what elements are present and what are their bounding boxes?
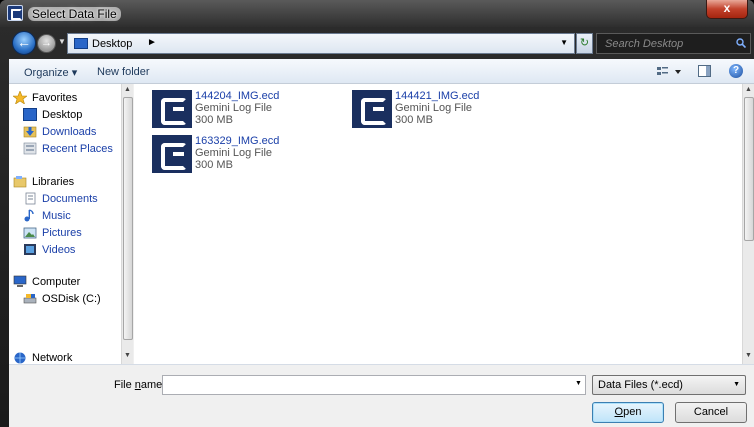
file-name: 163329_IMG.ecd: [195, 135, 280, 147]
open-button[interactable]: Open: [592, 402, 664, 423]
nav-libraries-label: Libraries: [32, 176, 75, 188]
address-dropdown-icon[interactable]: ▼: [560, 38, 568, 47]
file-name: 144421_IMG.ecd: [395, 90, 480, 102]
nav-pictures-label: Pictures: [42, 227, 82, 239]
file-name-input[interactable]: [162, 375, 586, 395]
nav-scroll-thumb[interactable]: [123, 97, 133, 340]
scroll-up-icon[interactable]: ▲: [745, 86, 752, 93]
file-item[interactable]: 163329_IMG.ecd Gemini Log File 300 MB: [152, 135, 352, 175]
close-button[interactable]: x: [706, 0, 748, 19]
downloads-icon: [23, 125, 37, 138]
videos-icon: [23, 243, 37, 256]
scroll-down-icon[interactable]: ▼: [745, 352, 752, 359]
search-input[interactable]: Search Desktop: [596, 33, 751, 54]
nav-music-label: Music: [42, 210, 71, 222]
search-placeholder: Search Desktop: [605, 38, 684, 50]
file-size: 300 MB: [195, 114, 233, 126]
nav-desktop-label: Desktop: [42, 109, 83, 121]
bottom-bar: File name: ▼ Data Files (*.ecd) ▼ Open C…: [9, 364, 754, 427]
documents-icon: [23, 192, 37, 205]
refresh-button[interactable]: ↻: [576, 33, 593, 54]
disk-drive-icon: [23, 292, 37, 305]
nav-videos-label: Videos: [42, 244, 76, 256]
title-bar[interactable]: Select Data File x: [0, 0, 754, 27]
file-item[interactable]: 144421_IMG.ecd Gemini Log File 300 MB: [352, 90, 552, 130]
star-icon: [12, 90, 28, 105]
gemini-file-icon: [352, 90, 392, 128]
new-folder-button[interactable]: New folder: [97, 66, 150, 78]
recent-locations-dropdown[interactable]: ▼: [58, 37, 66, 46]
file-item[interactable]: 144204_IMG.ecd Gemini Log File 300 MB: [152, 90, 352, 130]
file-type-filter-value: Data Files (*.ecd): [598, 379, 683, 391]
music-icon: [23, 209, 37, 222]
help-icon[interactable]: ?: [729, 64, 743, 78]
nav-documents-label: Documents: [42, 193, 98, 205]
file-size: 300 MB: [195, 159, 233, 171]
back-button[interactable]: ←: [12, 31, 36, 55]
search-icon[interactable]: [736, 38, 746, 48]
recent-places-icon: [23, 142, 37, 155]
file-scrollbar[interactable]: ▲ ▼: [742, 84, 754, 364]
command-toolbar: Organize ▾ New folder ?: [9, 59, 754, 84]
file-type: Gemini Log File: [395, 102, 473, 114]
gemini-file-icon: [152, 135, 192, 173]
desktop-folder-icon: [74, 38, 88, 49]
file-type-filter-select[interactable]: Data Files (*.ecd) ▼: [592, 375, 746, 395]
nav-recent-label: Recent Places: [42, 143, 113, 155]
file-list: 144204_IMG.ecd Gemini Log File 300 MB 14…: [134, 84, 742, 364]
forward-button[interactable]: →: [37, 34, 56, 53]
window-title: Select Data File: [28, 7, 121, 21]
chevron-down-icon: ▼: [733, 381, 740, 388]
address-current[interactable]: Desktop: [92, 38, 132, 50]
file-size: 300 MB: [395, 114, 433, 126]
file-name-dropdown-icon[interactable]: ▼: [575, 380, 582, 387]
nav-downloads-label: Downloads: [42, 126, 97, 138]
dialog-body: Organize ▾ New folder ? Favorites Deskto…: [9, 59, 754, 427]
computer-icon: [13, 275, 27, 288]
file-scroll-thumb[interactable]: [744, 97, 754, 241]
network-icon: [13, 351, 27, 364]
navigation-pane: Favorites Desktop Downloads Recent Place…: [9, 84, 133, 364]
change-view-icon[interactable]: [655, 64, 685, 80]
preview-pane-icon[interactable]: [698, 65, 711, 77]
desktop-icon: [23, 108, 37, 121]
libraries-icon: [13, 175, 27, 188]
organize-button[interactable]: Organize ▾: [24, 66, 77, 79]
gemini-file-icon: [152, 90, 192, 128]
address-row: ← → ▼ Desktop ► ▼ ↻ Search Desktop: [0, 27, 754, 59]
file-type: Gemini Log File: [195, 102, 273, 114]
file-name: 144204_IMG.ecd: [195, 90, 280, 102]
nav-scrollbar[interactable]: ▲ ▼: [121, 84, 133, 364]
file-type: Gemini Log File: [195, 147, 273, 159]
address-bar[interactable]: Desktop ► ▼: [67, 33, 575, 54]
chevron-right-icon[interactable]: ►: [147, 37, 157, 48]
nav-favorites-label: Favorites: [32, 92, 78, 104]
nav-osdisk-label: OSDisk (C:): [42, 293, 101, 305]
cancel-button[interactable]: Cancel: [675, 402, 747, 423]
pictures-icon: [23, 226, 37, 239]
scroll-up-icon[interactable]: ▲: [124, 86, 131, 93]
app-icon: [7, 5, 23, 21]
nav-network-label: Network: [32, 352, 73, 364]
file-name-label: File name:: [114, 379, 166, 391]
scroll-down-icon[interactable]: ▼: [124, 352, 131, 359]
dialog-window: Select Data File x ← → ▼ Desktop ► ▼ ↻ S…: [0, 0, 754, 427]
nav-computer-label: Computer: [32, 276, 81, 288]
